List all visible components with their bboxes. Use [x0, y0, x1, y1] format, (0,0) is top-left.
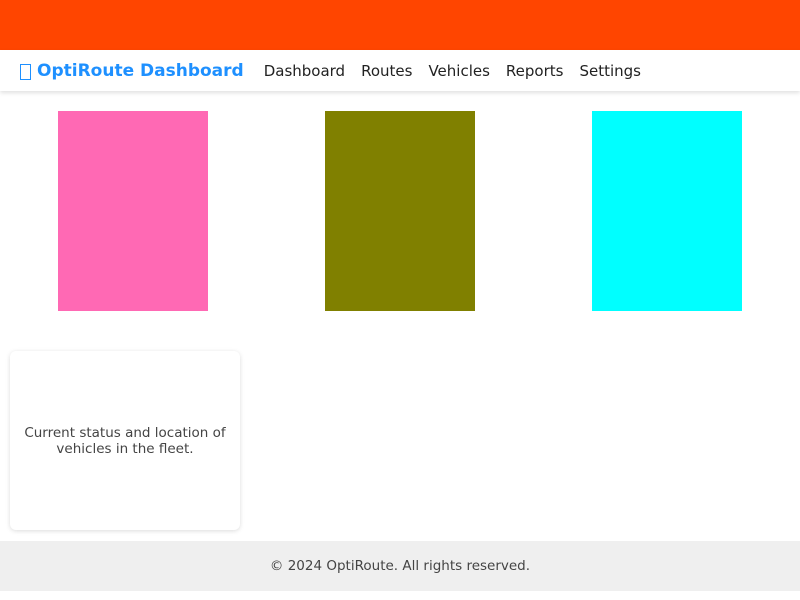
footer: © 2024 OptiRoute. All rights reserved. — [0, 541, 800, 591]
nav-link-vehicles[interactable]: Vehicles — [428, 62, 489, 80]
card-description: Current status and location of vehicles … — [24, 424, 226, 457]
nav-link-reports[interactable]: Reports — [506, 62, 564, 80]
brand[interactable]: OptiRoute Dashboard — [20, 61, 244, 81]
nav-link-routes[interactable]: Routes — [361, 62, 412, 80]
cyan-block — [592, 111, 742, 311]
color-blocks — [0, 111, 800, 311]
nav-link-settings[interactable]: Settings — [579, 62, 641, 80]
brand-title: OptiRoute Dashboard — [37, 60, 244, 81]
olive-block — [325, 111, 475, 311]
top-banner — [0, 0, 800, 50]
nav-links: Dashboard Routes Vehicles Reports Settin… — [264, 62, 657, 80]
box-icon — [20, 63, 31, 80]
fleet-status-card[interactable]: Current status and location of vehicles … — [10, 351, 240, 530]
pink-block — [58, 111, 208, 311]
navbar: OptiRoute Dashboard Dashboard Routes Veh… — [0, 50, 800, 91]
footer-text: © 2024 OptiRoute. All rights reserved. — [269, 558, 531, 574]
nav-link-dashboard[interactable]: Dashboard — [264, 62, 345, 80]
